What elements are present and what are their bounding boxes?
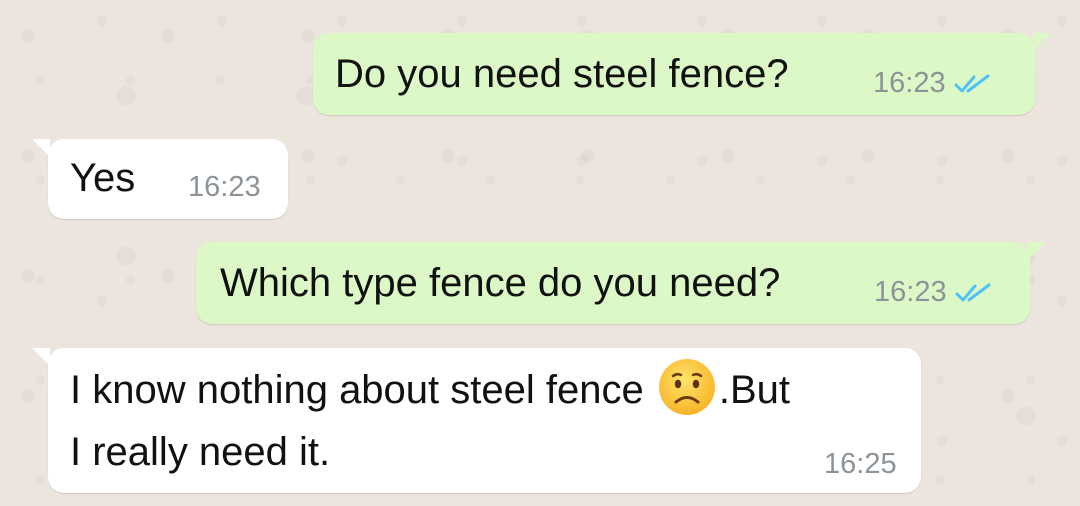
message-text: Do you need steel fence? [335,52,789,96]
message-bubble-outgoing[interactable]: Which type fence do you need? 16:23 [196,242,1046,324]
bubble-tail [32,348,50,366]
message-text-line-2: I really need it. [70,430,331,474]
message-meta: 16:25 [824,448,897,481]
double-check-read-icon [954,74,990,92]
message-text: Yes [70,156,136,200]
message-text: .But [718,368,790,412]
message-meta: 16:23 [188,171,261,204]
message-meta: 16:23 [873,67,994,100]
message-time: 16:25 [824,448,897,480]
bubble-tail [32,139,50,157]
message-text: Which type fence do you need? [220,261,781,305]
message-bubble-incoming[interactable]: Yes 16:23 [32,139,288,219]
bubble-tail [1033,33,1051,51]
double-check-read-icon [955,283,991,301]
message-text-line-1: I know nothing about steel fence .But [70,357,790,422]
bubble-tail [1028,242,1046,260]
message-time: 16:23 [188,171,261,203]
frowning-face-emoji [658,359,715,415]
message-meta: 16:23 [874,276,995,309]
message-bubble-outgoing[interactable]: Do you need steel fence? 16:23 [313,33,1051,115]
message-time: 16:23 [873,67,946,99]
message-time: 16:23 [874,276,947,308]
message-text: I know nothing about steel fence [70,368,655,412]
message-bubble-incoming[interactable]: I know nothing about steel fence .But I … [32,348,921,493]
